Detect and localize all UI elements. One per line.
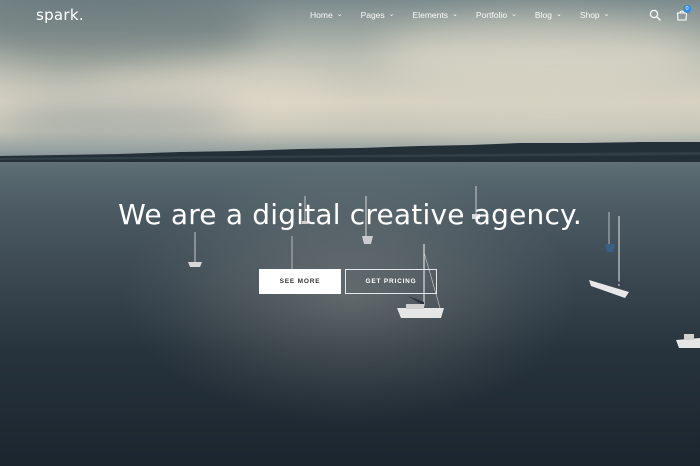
cart-count-badge: 0 — [683, 5, 691, 13]
sailboat-image — [188, 232, 202, 267]
see-more-button[interactable]: SEE MORE — [259, 269, 341, 294]
menu-item-label: Shop — [579, 10, 600, 20]
menu-item-label: Home — [310, 10, 333, 20]
get-pricing-button[interactable]: GET PRICING — [345, 269, 437, 294]
chevron-down-icon: ⌄ — [555, 11, 562, 18]
hero-headline: We are a digital creative agency. — [118, 198, 582, 231]
chevron-down-icon: ⌄ — [336, 11, 343, 18]
menu-item-label: Pages — [360, 10, 385, 20]
menu-item-portfolio[interactable]: Portfolio ⌄ — [476, 10, 517, 20]
top-navigation: spark. Home ⌄ Pages ⌄ Elements ⌄ Portfol… — [0, 0, 700, 32]
menu-item-label: Portfolio — [475, 10, 508, 20]
menu-item-label: Blog — [534, 10, 552, 20]
chevron-down-icon: ⌄ — [603, 11, 610, 18]
menu-item-blog[interactable]: Blog ⌄ — [535, 10, 562, 20]
cloud-decoration — [0, 100, 240, 140]
hero-section: spark. Home ⌄ Pages ⌄ Elements ⌄ Portfol… — [0, 0, 700, 466]
sailboat-image — [676, 334, 700, 348]
menu-item-shop[interactable]: Shop ⌄ — [580, 10, 610, 20]
chevron-down-icon: ⌄ — [511, 11, 517, 18]
search-icon[interactable] — [649, 9, 661, 21]
menu-item-pages[interactable]: Pages ⌄ — [361, 10, 395, 20]
horizon-treeline — [0, 142, 700, 162]
menu-item-elements[interactable]: Elements ⌄ — [413, 10, 458, 20]
site-logo[interactable]: spark. — [36, 6, 84, 24]
chevron-down-icon: ⌄ — [388, 11, 395, 18]
chevron-down-icon: ⌄ — [451, 11, 458, 18]
cloud-decoration — [420, 95, 680, 135]
menu-item-label: Elements — [412, 10, 448, 20]
menu-item-home[interactable]: Home ⌄ — [310, 10, 343, 20]
main-menu: Home ⌄ Pages ⌄ Elements ⌄ Portfolio ⌄ Bl… — [310, 10, 628, 20]
